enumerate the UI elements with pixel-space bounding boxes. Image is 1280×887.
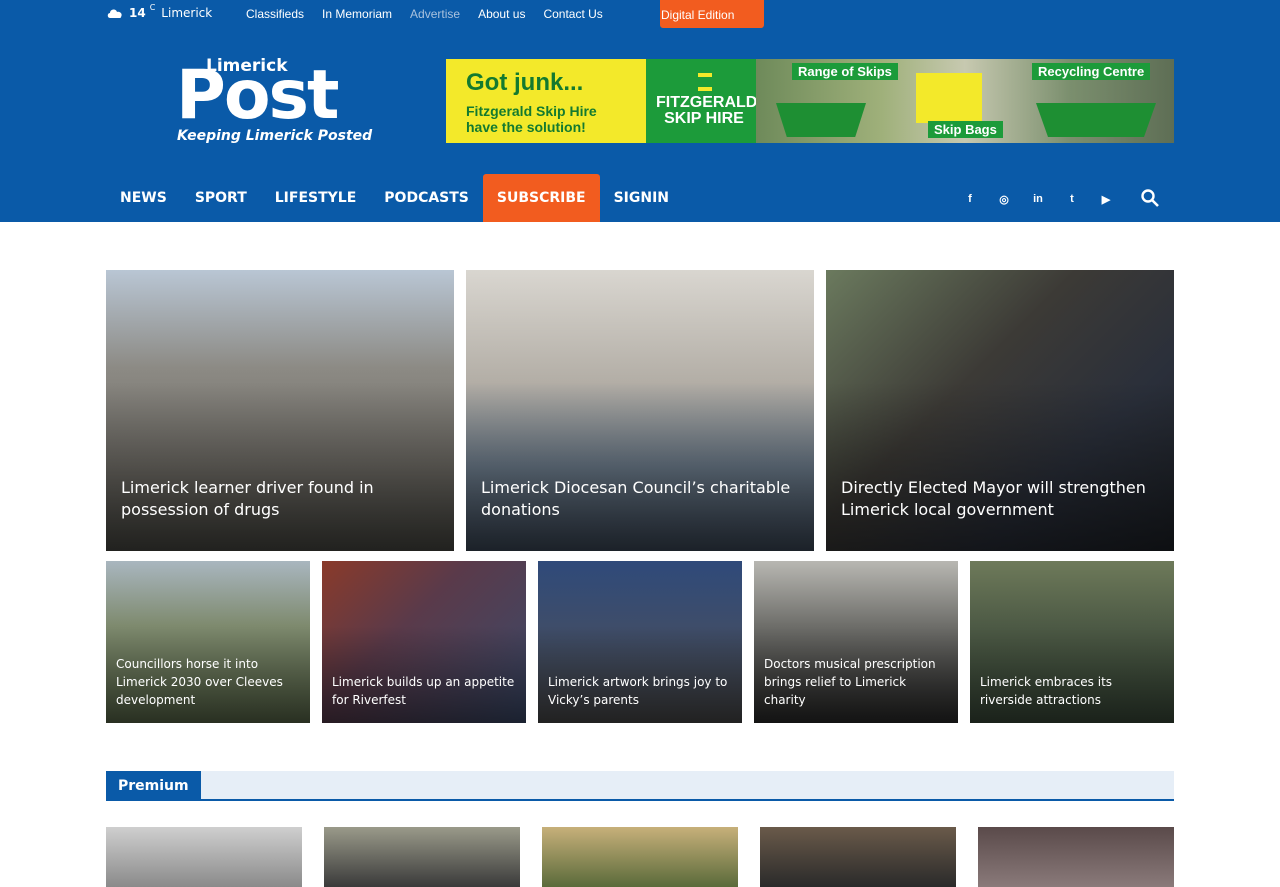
small-title-3[interactable]: Limerick artwork brings joy to Vicky’s p… (548, 673, 734, 709)
small-title-4[interactable]: Doctors musical prescription brings reli… (764, 655, 950, 709)
banner-label-range: Range of Skips (792, 63, 898, 80)
link-classifieds[interactable]: Classifieds (246, 7, 304, 21)
facebook-icon[interactable]: f (960, 190, 980, 208)
weather-unit: C (149, 2, 156, 12)
skip-image (776, 103, 866, 137)
youtube-icon[interactable]: ▶ (1096, 190, 1116, 208)
link-advertise[interactable]: Advertise (410, 7, 460, 21)
image-shade (106, 382, 454, 551)
small-card-4[interactable]: Doctors musical prescription brings reli… (754, 561, 958, 723)
featured-title-3[interactable]: Directly Elected Mayor will strengthen L… (841, 477, 1151, 521)
small-card-5[interactable]: Limerick embraces its riverside attracti… (970, 561, 1174, 723)
premium-section-bar (106, 771, 1174, 801)
premium-thumb-5[interactable] (978, 827, 1174, 887)
logo-tagline: Keeping Limerick Posted (177, 128, 373, 144)
nav-podcasts[interactable]: PODCASTS (370, 174, 483, 222)
premium-section-label[interactable]: Premium (106, 771, 201, 801)
site-logo[interactable]: Limerick Post Keeping Limerick Posted (176, 56, 378, 148)
main-nav: NEWS SPORT LIFESTYLE PODCASTS SUBSCRIBE … (106, 174, 683, 222)
skip-bag-image (916, 73, 982, 123)
banner-label-recycling: Recycling Centre (1032, 63, 1151, 80)
banner-brand-1: FITZGERALD (656, 94, 758, 111)
banner-subline: Fitzgerald Skip Hire have the solution! (466, 103, 597, 135)
top-links: Classifieds In Memoriam Advertise About … (246, 7, 603, 21)
weather-widget: 14 C Limerick (106, 2, 213, 20)
link-about-us[interactable]: About us (478, 7, 525, 21)
advert-banner[interactable]: Got junk... Fitzgerald Skip Hire have th… (446, 59, 1174, 143)
image-shade (466, 382, 814, 551)
banner-brand: FITZGERALD SKIP HIRE (656, 94, 758, 127)
featured-title-2[interactable]: Limerick Diocesan Council’s charitable d… (481, 477, 791, 521)
small-title-1[interactable]: Councillors horse it into Limerick 2030 … (116, 655, 302, 709)
nav-signin[interactable]: SIGNIN (600, 174, 683, 222)
nav-subscribe[interactable]: SUBSCRIBE (482, 174, 600, 222)
image-shade (826, 382, 1174, 551)
fitzgerald-logo-icon (698, 73, 712, 91)
featured-card-3[interactable]: Directly Elected Mayor will strengthen L… (826, 270, 1174, 551)
small-card-1[interactable]: Councillors horse it into Limerick 2030 … (106, 561, 310, 723)
twitter-icon[interactable]: t (1062, 190, 1082, 208)
featured-title-1[interactable]: Limerick learner driver found in possess… (121, 477, 431, 521)
logo-big-text: Post (176, 56, 340, 135)
small-title-5[interactable]: Limerick embraces its riverside attracti… (980, 673, 1166, 709)
weather-city: Limerick (161, 6, 213, 20)
nav-lifestyle[interactable]: LIFESTYLE (261, 174, 371, 222)
banner-headline: Got junk... (466, 69, 584, 96)
weather-temp: 14 (129, 6, 146, 20)
featured-card-1[interactable]: Limerick learner driver found in possess… (106, 270, 454, 551)
small-title-2[interactable]: Limerick builds up an appetite for River… (332, 673, 518, 709)
instagram-icon[interactable]: ◎ (994, 190, 1014, 208)
featured-card-2[interactable]: Limerick Diocesan Council’s charitable d… (466, 270, 814, 551)
linkedin-icon[interactable]: in (1028, 190, 1048, 208)
premium-thumb-4[interactable] (760, 827, 956, 887)
small-card-3[interactable]: Limerick artwork brings joy to Vicky’s p… (538, 561, 742, 723)
premium-thumb-1[interactable] (106, 827, 302, 887)
link-in-memoriam[interactable]: In Memoriam (322, 7, 392, 21)
premium-thumb-2[interactable] (324, 827, 520, 887)
link-contact-us[interactable]: Contact Us (543, 7, 602, 21)
cloud-icon (107, 9, 122, 18)
site-header: 14 C Limerick Classifieds In Memoriam Ad… (0, 0, 1280, 222)
banner-label-bags: Skip Bags (928, 121, 1003, 138)
premium-thumb-3[interactable] (542, 827, 738, 887)
banner-subline-1: Fitzgerald Skip Hire (466, 103, 597, 119)
nav-news[interactable]: NEWS (106, 174, 181, 222)
banner-brand-2: SKIP HIRE (664, 110, 744, 127)
banner-subline-2: have the solution! (466, 119, 586, 135)
top-bar: 14 C Limerick Classifieds In Memoriam Ad… (0, 0, 1280, 30)
search-icon[interactable] (1140, 188, 1160, 208)
skip-image-2 (1036, 103, 1156, 137)
nav-sport[interactable]: SPORT (181, 174, 261, 222)
small-card-2[interactable]: Limerick builds up an appetite for River… (322, 561, 526, 723)
digital-edition-button[interactable]: Digital Edition (660, 0, 764, 28)
